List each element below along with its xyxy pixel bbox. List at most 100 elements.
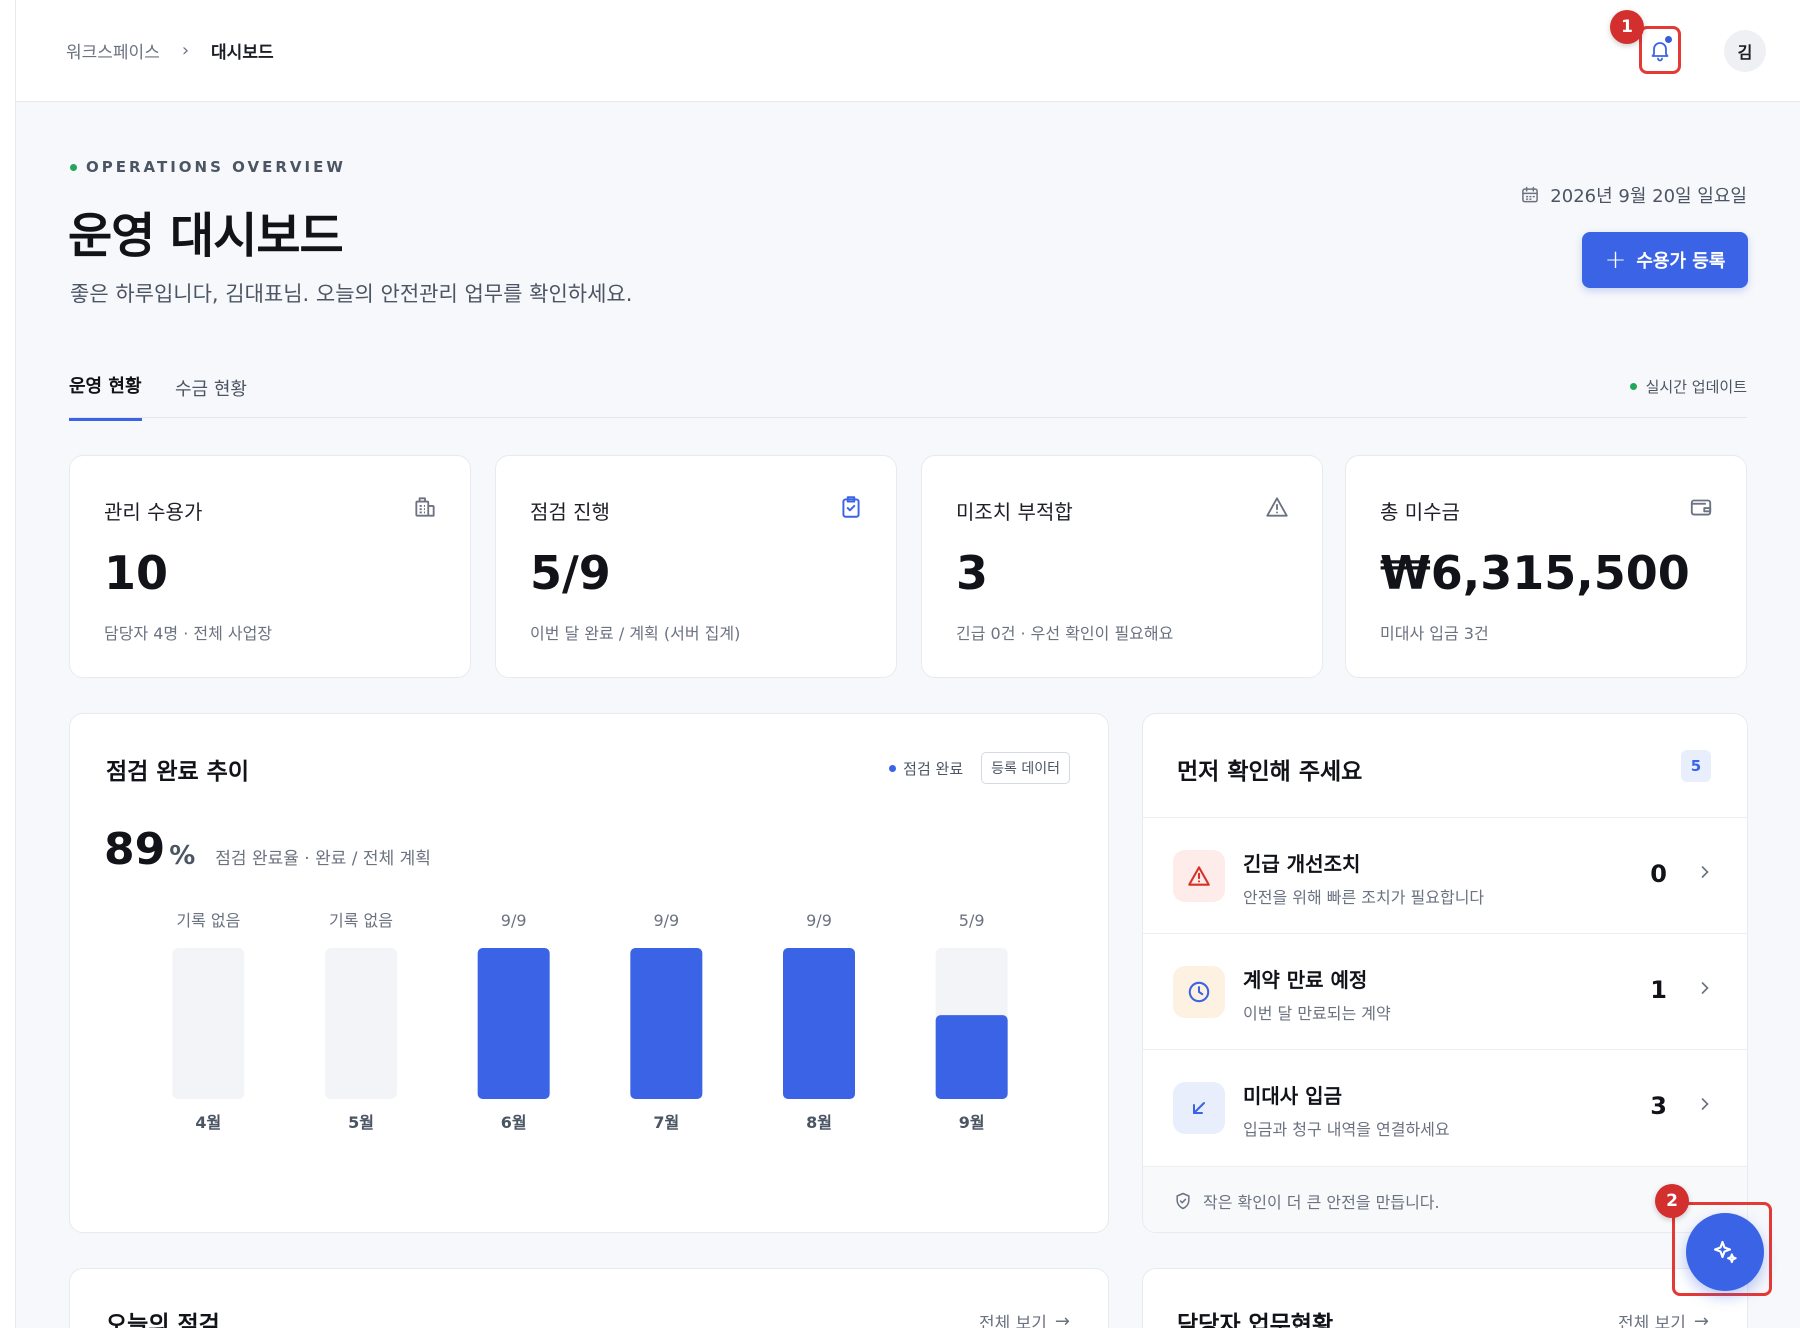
sidebar-edge bbox=[0, 0, 16, 1328]
breadcrumb-separator: › bbox=[181, 40, 190, 61]
view-all-label: 전체 보기 bbox=[1617, 1314, 1686, 1328]
check-item-sub: 입금과 청구 내역을 연결하세요 bbox=[1243, 1120, 1450, 1139]
x-tick-label: 7월 bbox=[653, 1113, 679, 1132]
inspection-bar-chart: 기록 없음 4월 기록 없음 5월 9/9 6월 9/9 7월 9/9 8월 5/9 9월 bbox=[172, 911, 1008, 1132]
x-tick-label: 5월 bbox=[348, 1113, 374, 1132]
stat-value: 3 bbox=[956, 546, 989, 600]
check-panel-title: 먼저 확인해 주세요 bbox=[1177, 759, 1363, 785]
clock-icon bbox=[1188, 981, 1210, 1003]
today-inspections-title: 오늘의 점검 bbox=[106, 1312, 220, 1328]
bar-data-label: 기록 없음 bbox=[176, 911, 240, 930]
stat-sub: 이번 달 완료 / 계획 (서버 집계) bbox=[530, 624, 741, 643]
warning-icon bbox=[1188, 866, 1210, 886]
view-all-label: 전체 보기 bbox=[978, 1314, 1047, 1328]
date-text: 2026년 9월 20일 일요일 bbox=[1550, 186, 1747, 207]
priority-check-panel: 먼저 확인해 주세요 5 긴급 개선조치 안전을 위해 빠른 조치가 필요합니다… bbox=[1142, 713, 1748, 1233]
chevron-right-icon bbox=[1701, 982, 1709, 994]
stat-value: ₩6,315,500 bbox=[1380, 546, 1690, 600]
stat-label: 총 미수금 bbox=[1380, 500, 1460, 524]
check-item-sub: 안전을 위해 빠른 조치가 필요합니다 bbox=[1243, 888, 1485, 907]
annotation-marker-1: 1 bbox=[1610, 10, 1644, 44]
check-item-title: 미대사 입금 bbox=[1243, 1084, 1342, 1108]
live-status-label: 실시간 업데이트 bbox=[1645, 378, 1747, 396]
eyebrow-dot bbox=[70, 163, 77, 171]
annotation-marker-2: 2 bbox=[1655, 1184, 1689, 1218]
stat-value: 10 bbox=[104, 546, 169, 600]
x-tick-label: 4월 bbox=[195, 1113, 221, 1132]
shield-check-icon bbox=[1176, 1192, 1190, 1209]
live-dot bbox=[1629, 383, 1637, 390]
clock-icon-box bbox=[1173, 966, 1225, 1018]
bar-track bbox=[172, 948, 245, 1099]
footer-text: 작은 확인이 더 큰 안전을 만듭니다. bbox=[1203, 1192, 1440, 1212]
tab-bar: 운영 현황 수금 현황 실시간 업데이트 bbox=[69, 364, 1747, 421]
check-item-title: 계약 만료 예정 bbox=[1243, 968, 1368, 992]
x-tick-label: 6월 bbox=[501, 1113, 527, 1132]
tab-collections[interactable]: 수금 현황 bbox=[175, 375, 247, 421]
notification-button[interactable] bbox=[1639, 26, 1681, 74]
check-item-contract-expiry[interactable]: 계약 만료 예정 이번 달 만료되는 계약 1 bbox=[1143, 933, 1747, 1049]
bar-track bbox=[325, 948, 397, 1099]
check-item-count: 3 bbox=[1650, 1092, 1667, 1120]
bar-completed[interactable] bbox=[630, 948, 703, 1099]
clipboard-check-icon bbox=[842, 496, 860, 518]
eyebrow: OPERATIONS OVERVIEW bbox=[70, 158, 346, 176]
notification-dot bbox=[1665, 36, 1672, 43]
arrow-icon-box bbox=[1173, 1082, 1225, 1134]
check-item-count: 1 bbox=[1650, 976, 1667, 1004]
view-all-link[interactable]: 전체 보기 → bbox=[979, 1309, 1070, 1328]
check-item-urgent[interactable]: 긴급 개선조치 안전을 위해 빠른 조치가 필요합니다 0 bbox=[1143, 817, 1747, 933]
view-all-link[interactable]: 전체 보기 → bbox=[1618, 1309, 1709, 1328]
check-item-count: 0 bbox=[1650, 860, 1667, 888]
building-icon bbox=[415, 497, 435, 517]
bar-completed[interactable] bbox=[477, 948, 550, 1099]
bar-data-label: 9/9 bbox=[653, 911, 679, 930]
arrow-right-icon: → bbox=[1054, 1311, 1070, 1328]
bar-data-label: 기록 없음 bbox=[329, 911, 393, 930]
count-badge: 5 bbox=[1681, 750, 1711, 782]
check-item-unreconciled[interactable]: 미대사 입금 입금과 청구 내역을 연결하세요 3 bbox=[1143, 1049, 1747, 1165]
greeting-text: 좋은 하루입니다, 김대표님. 오늘의 안전관리 업무를 확인하세요. bbox=[70, 282, 633, 306]
breadcrumb: 워크스페이스 › 대시보드 bbox=[66, 38, 274, 63]
add-customer-button[interactable]: + 수용가 등록 bbox=[1582, 232, 1748, 288]
calendar-icon bbox=[1522, 186, 1539, 203]
stat-sub: 담당자 4명 · 전체 사업장 bbox=[104, 624, 273, 643]
sparkle-icon bbox=[1713, 1240, 1737, 1264]
stat-label: 미조치 부적합 bbox=[956, 500, 1073, 524]
tab-operations[interactable]: 운영 현황 bbox=[69, 372, 142, 421]
wallet-icon bbox=[1690, 499, 1712, 516]
stat-value: 5/9 bbox=[530, 546, 611, 600]
bar-completed[interactable] bbox=[783, 948, 855, 1099]
page-title: 운영 대시보드 bbox=[68, 208, 344, 264]
stat-sub: 미대사 입금 3건 bbox=[1380, 624, 1489, 643]
warning-icon bbox=[1266, 497, 1288, 517]
arrow-down-left-icon bbox=[1193, 1102, 1205, 1114]
avatar[interactable]: 김 bbox=[1724, 30, 1766, 72]
top-bar: 워크스페이스 › 대시보드 1 김 bbox=[16, 0, 1800, 102]
staff-workload-title: 담당자 업무현황 bbox=[1177, 1312, 1334, 1328]
chevron-right-icon bbox=[1701, 866, 1709, 878]
stat-card-customers[interactable]: 관리 수용가 10 담당자 4명 · 전체 사업장 bbox=[69, 455, 471, 678]
stat-label: 점검 진행 bbox=[530, 500, 610, 524]
breadcrumb-workspace[interactable]: 워크스페이스 bbox=[66, 38, 160, 63]
stat-label: 관리 수용가 bbox=[104, 500, 203, 524]
check-item-title: 긴급 개선조치 bbox=[1243, 852, 1361, 876]
stat-card-inspections[interactable]: 점검 진행 5/9 이번 달 완료 / 계획 (서버 집계) bbox=[495, 455, 897, 678]
today-inspections-panel: 오늘의 점검 전체 보기 → bbox=[69, 1268, 1109, 1328]
breadcrumb-current: 대시보드 bbox=[211, 43, 274, 63]
plus-icon: + bbox=[1604, 245, 1627, 275]
eyebrow-label: OPERATIONS OVERVIEW bbox=[86, 158, 346, 176]
staff-workload-panel: 담당자 업무현황 전체 보기 → bbox=[1142, 1268, 1748, 1328]
add-customer-label: 수용가 등록 bbox=[1636, 251, 1726, 272]
date-display: 2026년 9월 20일 일요일 bbox=[1520, 182, 1747, 208]
ai-assistant-button[interactable] bbox=[1686, 1213, 1764, 1291]
bar-data-label: 9/9 bbox=[501, 911, 527, 930]
urgent-icon-box bbox=[1173, 850, 1225, 902]
bar-completed[interactable] bbox=[935, 1015, 1008, 1099]
stat-card-nonconformities[interactable]: 미조치 부적합 3 긴급 0건 · 우선 확인이 필요해요 bbox=[921, 455, 1323, 678]
stat-card-receivables[interactable]: 총 미수금 ₩6,315,500 미대사 입금 3건 bbox=[1345, 455, 1747, 678]
x-tick-label: 9월 bbox=[959, 1113, 985, 1132]
bar-data-label: 9/9 bbox=[806, 911, 832, 930]
fab-highlight bbox=[1672, 1202, 1772, 1296]
live-status: 실시간 업데이트 bbox=[1629, 376, 1747, 397]
